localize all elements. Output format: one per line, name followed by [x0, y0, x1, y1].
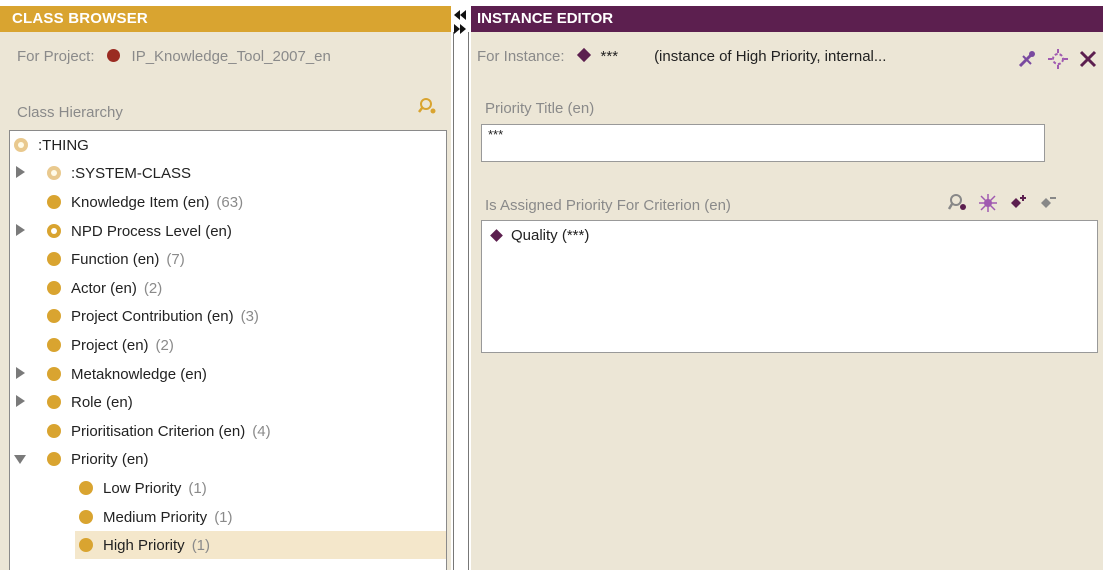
tree-item-label: Function (en): [71, 250, 160, 268]
close-icon[interactable]: [1077, 48, 1099, 70]
annotate-icon[interactable]: [1047, 48, 1069, 70]
class-icon: [47, 338, 61, 352]
tree-item-label: Role (en): [71, 393, 133, 411]
instance-value: ***: [600, 48, 619, 65]
list-item[interactable]: Quality (***): [490, 227, 589, 244]
abstract-class-icon: [47, 166, 61, 180]
find-class-icon[interactable]: [418, 96, 438, 116]
class-tree[interactable]: :THING :SYSTEM-CLASS Knowledge Item (en)…: [9, 130, 447, 570]
splitter-line: [468, 32, 469, 570]
tree-item-label: Prioritisation Criterion (en): [71, 422, 246, 440]
tree-item-label: Medium Priority: [103, 508, 208, 526]
references-icon[interactable]: [1017, 48, 1039, 70]
tree-item-metaknowledge[interactable]: Metaknowledge (en): [47, 360, 207, 388]
tree-item-label: :SYSTEM-CLASS: [71, 164, 192, 182]
instance-count: (7): [166, 250, 185, 268]
project-icon: [106, 49, 120, 62]
instance-description: (instance of High Priority, internal...: [654, 48, 887, 65]
instance-count: (1): [214, 508, 233, 526]
expand-arrow-icon[interactable]: [16, 395, 25, 407]
instance-count: (1): [191, 536, 211, 554]
assigned-criterion-list[interactable]: Quality (***): [481, 220, 1098, 353]
splitter-line: [453, 32, 454, 570]
class-icon: [47, 424, 61, 438]
add-instance-icon[interactable]: [1007, 192, 1029, 214]
instance-editor-panel: INSTANCE EDITOR For Instance: *** (instanc…: [471, 6, 1103, 570]
class-icon: [47, 281, 61, 295]
instance-label: For Instance:: [477, 48, 565, 65]
priority-title-field[interactable]: ***: [481, 124, 1045, 162]
class-icon: [79, 481, 93, 495]
instance-icon: [490, 229, 503, 242]
project-label: For Project:: [17, 48, 95, 65]
tree-item-low-priority[interactable]: Low Priority (1): [79, 474, 207, 502]
tree-item-label: Knowledge Item (en): [71, 193, 210, 211]
tree-item-label: Priority (en): [71, 450, 149, 468]
instance-info: For Instance: *** (instance of High Priori…: [477, 47, 887, 65]
priority-title-label: Priority Title (en): [485, 100, 595, 117]
view-instance-icon[interactable]: [947, 192, 969, 214]
expand-arrow-icon[interactable]: [16, 224, 25, 236]
collapse-arrow-icon[interactable]: [14, 455, 26, 464]
project-name: IP_Knowledge_Tool_2007_en: [131, 48, 331, 65]
tree-item-thing[interactable]: :THING: [14, 131, 89, 159]
tree-item-actor[interactable]: Actor (en) (2): [47, 274, 162, 302]
class-icon: [47, 195, 61, 209]
tree-item-label: Project Contribution (en): [71, 307, 234, 325]
class-icon: [47, 309, 61, 323]
list-item-label: Quality (***): [511, 227, 590, 244]
tree-item-label: :THING: [38, 136, 89, 154]
instance-count: (63): [216, 193, 244, 211]
assigned-criterion-label: Is Assigned Priority For Criterion (en): [485, 197, 731, 214]
tree-item-high-priority[interactable]: High Priority (1): [75, 531, 446, 559]
tree-item-label: Metaknowledge (en): [71, 365, 207, 383]
tree-item-function[interactable]: Function (en) (7): [47, 245, 185, 273]
instance-icon: [576, 47, 591, 63]
instance-count: (1): [188, 479, 207, 497]
project-info: For Project: IP_Knowledge_Tool_2007_en: [17, 48, 331, 65]
class-browser-panel: CLASS BROWSER For Project: IP_Knowledge_T…: [0, 6, 451, 570]
tree-item-project-contribution[interactable]: Project Contribution (en) (3): [47, 302, 259, 330]
class-icon: [79, 510, 93, 524]
remove-instance-icon[interactable]: [1037, 192, 1059, 214]
tree-item-role[interactable]: Role (en): [47, 388, 133, 416]
abstract-class-icon: [14, 138, 28, 152]
class-icon: [47, 252, 61, 266]
instance-count: (2): [155, 336, 174, 354]
tree-item-label: Actor (en): [71, 279, 137, 297]
tree-item-project[interactable]: Project (en) (2): [47, 331, 174, 359]
expand-arrow-icon[interactable]: [16, 166, 25, 178]
class-icon: [79, 538, 93, 552]
expand-arrow-icon[interactable]: [16, 367, 25, 379]
abstract-class-icon: [47, 224, 61, 238]
instance-count: (4): [252, 422, 271, 440]
tree-item-npd-process-level[interactable]: NPD Process Level (en): [47, 217, 232, 245]
instance-count: (3): [240, 307, 259, 325]
tree-item-label: Project (en): [71, 336, 149, 354]
tree-item-medium-priority[interactable]: Medium Priority (1): [79, 503, 233, 531]
tree-item-system-class[interactable]: :SYSTEM-CLASS: [47, 159, 191, 187]
instance-count: (2): [143, 279, 163, 297]
class-icon: [47, 395, 61, 409]
class-hierarchy-label: Class Hierarchy: [17, 104, 123, 121]
tree-item-prioritisation-criterion[interactable]: Prioritisation Criterion (en) (4): [47, 417, 271, 445]
tree-item-label: High Priority: [103, 536, 185, 554]
panel-splitter[interactable]: [451, 6, 471, 570]
tree-item-label: NPD Process Level (en): [71, 222, 232, 240]
create-instance-icon[interactable]: [977, 192, 999, 214]
class-icon: [47, 452, 61, 466]
tree-item-knowledge-item[interactable]: Knowledge Item (en) (63): [47, 188, 243, 216]
tree-item-label: Low Priority: [103, 479, 182, 497]
class-icon: [47, 367, 61, 381]
class-browser-title: CLASS BROWSER: [0, 6, 451, 32]
instance-editor-title: INSTANCE EDITOR: [471, 6, 1103, 32]
tree-item-priority[interactable]: Priority (en): [47, 445, 149, 473]
